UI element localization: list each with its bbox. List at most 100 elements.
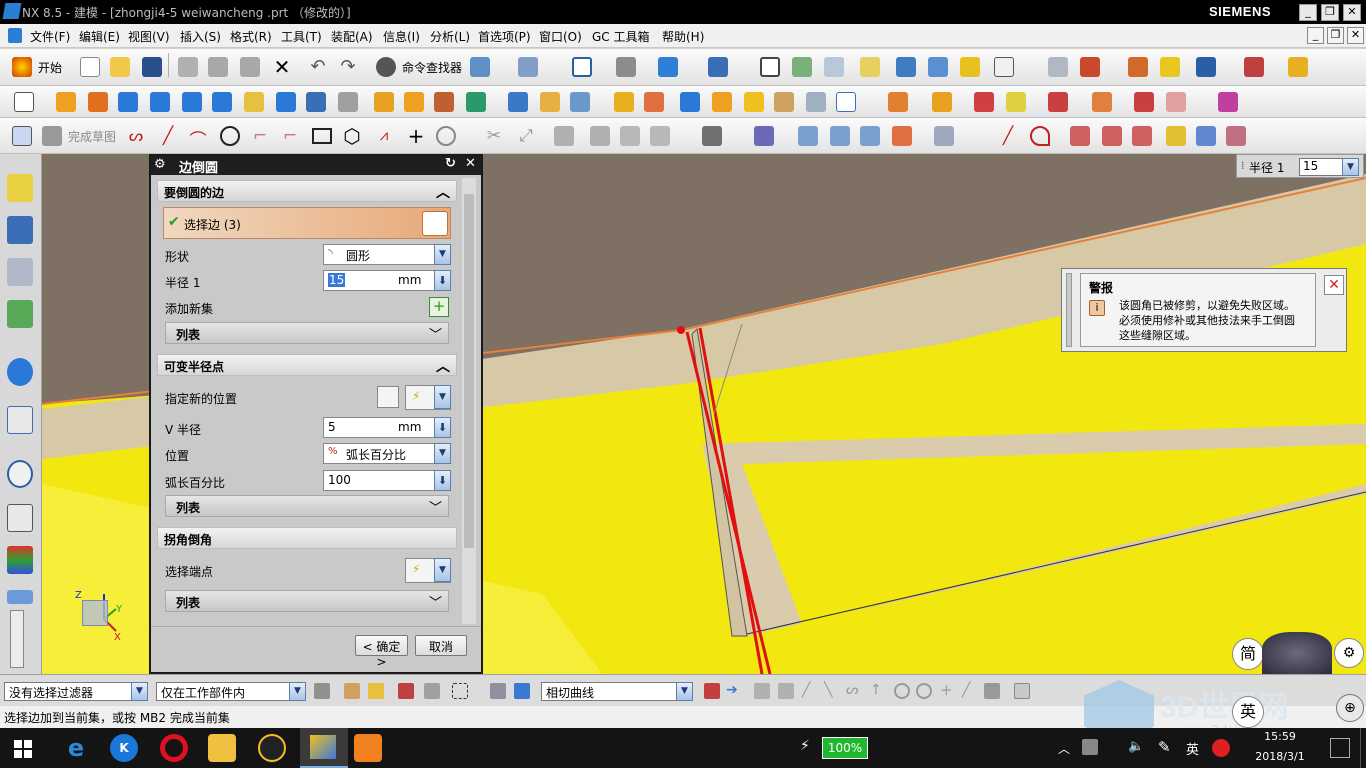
radius-input[interactable]: 15 mm ⬇	[323, 270, 451, 291]
volume-icon[interactable]: 🔈	[1128, 739, 1144, 754]
process-studio-icon[interactable]	[7, 546, 33, 574]
menu-preferences[interactable]: 首选项(P)	[478, 28, 531, 45]
point-icon[interactable]	[1244, 57, 1264, 77]
boss-icon[interactable]	[276, 92, 296, 112]
bridge-icon[interactable]	[1070, 126, 1090, 146]
endpoint-type-dropdown-icon[interactable]: ▼	[434, 558, 451, 582]
radius-options-icon[interactable]: ⬇	[434, 270, 451, 291]
join-curve-icon[interactable]	[1102, 126, 1122, 146]
cut-icon[interactable]	[178, 57, 198, 77]
snap-on-face-icon[interactable]	[984, 683, 1000, 699]
hole-icon[interactable]	[244, 92, 264, 112]
follow-fillet-icon[interactable]: ➔	[726, 683, 742, 699]
block-icon[interactable]	[118, 92, 138, 112]
rectangle-select-icon[interactable]	[452, 683, 468, 699]
fit-view-icon[interactable]	[572, 57, 592, 77]
pocket-icon[interactable]	[306, 92, 326, 112]
sphere-icon[interactable]	[212, 92, 232, 112]
assembly-icon[interactable]	[960, 57, 980, 77]
intersect-curve-icon[interactable]	[1166, 126, 1186, 146]
network-icon[interactable]	[1082, 739, 1098, 755]
scale-body-icon[interactable]	[836, 92, 856, 112]
patch-icon[interactable]	[1092, 92, 1112, 112]
command-finder-icon[interactable]	[376, 57, 396, 77]
menu-help[interactable]: 帮助(H)	[662, 28, 704, 45]
add-set-button[interactable]: +	[429, 297, 449, 317]
list-toggle-edges[interactable]: 列表 ﹀	[165, 322, 449, 344]
ok-button[interactable]: < 确定 >	[355, 635, 408, 669]
type-filter-select[interactable]: 没有选择过滤器 ▼	[4, 682, 148, 701]
sogou-ime-icon[interactable]	[1212, 739, 1230, 757]
qq-icon[interactable]	[258, 734, 286, 762]
command-finder-button[interactable]: 命令查找器	[402, 59, 462, 76]
arc-percent-options-icon[interactable]: ⬇	[434, 470, 451, 491]
maximize-button[interactable]: ❐	[1321, 4, 1339, 21]
split-body-icon[interactable]	[540, 92, 560, 112]
pad-icon[interactable]	[338, 92, 358, 112]
menu-format[interactable]: 格式(R)	[230, 28, 272, 45]
groove-icon[interactable]	[404, 92, 424, 112]
quick-trim-icon[interactable]: ✂	[484, 126, 504, 146]
studio-spline-icon[interactable]: ⩘	[374, 126, 394, 146]
point-set-icon[interactable]	[466, 92, 486, 112]
collapse-icon[interactable]: ︿	[436, 182, 450, 202]
slot-icon[interactable]	[374, 92, 394, 112]
assembly-navigator-icon[interactable]	[7, 216, 33, 244]
measure-icon[interactable]	[994, 57, 1014, 77]
sketch-task-icon[interactable]	[12, 126, 32, 146]
menu-analysis[interactable]: 分析(L)	[430, 28, 470, 45]
snap-control-icon[interactable]: ᔕ	[846, 683, 862, 699]
settings-wand-icon[interactable]	[470, 57, 490, 77]
position-select[interactable]: % 弧长百分比 ▼	[323, 443, 451, 464]
type-filter-dropdown-icon[interactable]: ▼	[131, 682, 148, 701]
menu-tools[interactable]: 工具(T)	[281, 28, 322, 45]
sew-icon[interactable]	[1048, 92, 1068, 112]
wcs-dynamics-icon[interactable]	[896, 57, 916, 77]
alert-close-button[interactable]: ✕	[1324, 275, 1344, 295]
taskbar-date[interactable]: 2018/3/1	[1246, 750, 1314, 763]
database-icon[interactable]	[1048, 57, 1068, 77]
intersect-icon[interactable]	[644, 92, 664, 112]
globe-icon[interactable]: ⊕	[1336, 694, 1364, 722]
notification-center-icon[interactable]	[1330, 738, 1350, 758]
section-corner-header[interactable]: 拐角倒角	[157, 527, 457, 549]
class-selection-icon[interactable]	[518, 57, 538, 77]
shape-dropdown-icon[interactable]: ▼	[434, 244, 451, 265]
collapse-icon[interactable]: ︿	[436, 356, 450, 376]
redo-icon[interactable]: ↷	[338, 57, 358, 77]
snap-bounded-grid-icon[interactable]	[1014, 683, 1030, 699]
inferred-point-select[interactable]: ⚡ ▼	[405, 385, 451, 410]
pattern-icon[interactable]	[888, 92, 908, 112]
snap-arc-icon[interactable]: ╲	[824, 683, 840, 699]
show-hide-select-icon[interactable]	[490, 683, 506, 699]
doc-close-button[interactable]: ✕	[1347, 27, 1364, 44]
select-edge-cube-icon[interactable]	[422, 211, 448, 236]
offset-curve-icon[interactable]	[436, 126, 456, 146]
offset-face-icon[interactable]	[806, 92, 826, 112]
settings-wrench-icon[interactable]: ⚙	[1334, 638, 1364, 668]
wcs-icon[interactable]	[1080, 57, 1100, 77]
snap-existing-point-icon[interactable]: +	[940, 683, 956, 699]
v-radius-input[interactable]: 5 mm ⬇	[323, 417, 451, 438]
basic-curve-icon[interactable]: ╱	[998, 126, 1018, 146]
edge-browser-icon[interactable]: e	[62, 734, 90, 762]
ruler-icon[interactable]	[1288, 57, 1308, 77]
doc-restore-button[interactable]: ❐	[1327, 27, 1344, 44]
menu-gc-toolbox[interactable]: GC 工具箱	[592, 28, 650, 45]
orient-view-icon[interactable]	[658, 57, 678, 77]
nx-taskbar-button[interactable]	[300, 728, 348, 768]
hammer-icon[interactable]	[928, 57, 948, 77]
trim-body-icon[interactable]	[508, 92, 528, 112]
scope-dropdown-icon[interactable]: ▼	[289, 682, 306, 701]
list-toggle-corner[interactable]: 列表 ﹀	[165, 590, 449, 612]
section-variable-header[interactable]: 可变半径点 ︿	[157, 354, 457, 376]
bounded-plane-icon[interactable]	[892, 126, 912, 146]
line-icon[interactable]: ╱	[158, 126, 178, 146]
snap-end-icon[interactable]	[754, 683, 770, 699]
reuse-library-icon[interactable]	[7, 300, 33, 328]
taskbar-time[interactable]: 15:59	[1250, 730, 1310, 743]
render-style-icon[interactable]	[616, 57, 636, 77]
ime-jian-button[interactable]: 简	[1232, 638, 1264, 670]
clock-icon[interactable]	[7, 460, 33, 488]
system-materials-icon[interactable]	[7, 504, 33, 532]
